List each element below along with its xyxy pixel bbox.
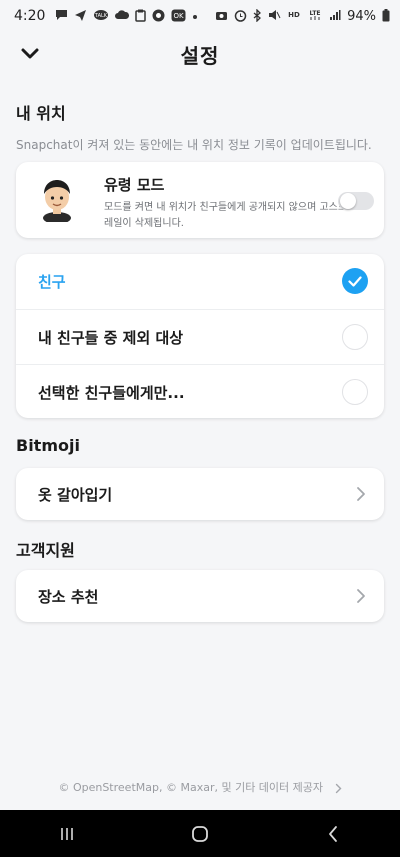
back-arrow-icon bbox=[329, 825, 338, 842]
talk-icon: TALK bbox=[93, 9, 109, 23]
section-title-my-location: 내 위치 bbox=[16, 104, 66, 123]
alarm-icon bbox=[234, 9, 247, 24]
svg-text:TALK: TALK bbox=[94, 13, 108, 19]
option-friends[interactable]: 친구 bbox=[16, 254, 384, 309]
option-friends-except[interactable]: 내 친구들 중 제외 대상 bbox=[16, 309, 384, 364]
attribution-text: © OpenStreetMap, © Maxar, 및 기타 데이터 제공자 bbox=[58, 781, 324, 794]
section-title-support: 고객지원 bbox=[16, 541, 75, 560]
camera-icon bbox=[215, 9, 228, 23]
home-button[interactable] bbox=[170, 814, 230, 854]
suggest-place-label: 장소 추천 bbox=[38, 587, 99, 606]
radio-checked[interactable] bbox=[342, 268, 368, 294]
change-outfit-row[interactable]: 옷 갈아입기 bbox=[16, 468, 384, 520]
battery-icon bbox=[382, 8, 390, 24]
support-card: 장소 추천 bbox=[16, 570, 384, 622]
clipboard-icon bbox=[135, 9, 147, 24]
check-icon bbox=[348, 275, 362, 287]
svg-text:OK: OK bbox=[174, 12, 185, 20]
location-share-options: 친구 내 친구들 중 제외 대상 선택한 친구들에게만... bbox=[16, 254, 384, 418]
bitmoji-avatar bbox=[34, 176, 80, 224]
svg-text:HD: HD bbox=[288, 11, 300, 19]
ghost-mode-description: 모드를 켜면 내 위치가 친구들에게 공개되지 않으며 고스트 트레일이 삭제됩… bbox=[104, 202, 360, 229]
radio-unchecked[interactable] bbox=[342, 379, 368, 405]
chat-icon bbox=[152, 9, 165, 24]
status-bar: 4:20 TALK OK HD LTE 94% bbox=[0, 0, 400, 32]
back-nav-button[interactable] bbox=[303, 814, 363, 854]
my-location-description: Snapchat이 켜져 있는 동안에는 내 위치 정보 기록이 업데이트됩니다… bbox=[16, 138, 372, 152]
signal-icon bbox=[329, 9, 341, 23]
ghost-mode-toggle[interactable] bbox=[338, 192, 374, 210]
mute-icon bbox=[268, 9, 281, 23]
status-time: 4:20 bbox=[14, 8, 46, 24]
chevron-right-icon bbox=[357, 487, 365, 501]
option-label: 친구 bbox=[38, 273, 66, 291]
status-left: 4:20 TALK OK bbox=[14, 8, 198, 24]
toggle-knob bbox=[340, 193, 356, 209]
system-nav-bar bbox=[0, 810, 400, 857]
status-right: HD LTE 94% bbox=[215, 7, 390, 24]
suggest-place-row[interactable]: 장소 추천 bbox=[16, 570, 384, 622]
bitmoji-card: 옷 갈아입기 bbox=[16, 468, 384, 520]
send-icon bbox=[74, 9, 87, 23]
page-title: 설정 bbox=[180, 44, 220, 68]
option-label: 선택한 친구들에게만... bbox=[38, 383, 185, 402]
section-title-bitmoji: Bitmoji bbox=[16, 436, 80, 455]
svg-text:LTE: LTE bbox=[310, 10, 321, 17]
ghost-mode-card: 유령 모드 모드를 켜면 내 위치가 친구들에게 공개되지 않으며 고스트 트레… bbox=[16, 162, 384, 238]
ok-icon: OK bbox=[171, 9, 186, 24]
message-icon bbox=[55, 9, 68, 23]
map-attribution[interactable]: © OpenStreetMap, © Maxar, 및 기타 데이터 제공자 bbox=[0, 779, 400, 795]
chevron-right-icon bbox=[357, 589, 365, 603]
home-icon bbox=[192, 825, 208, 842]
dot-icon bbox=[192, 11, 198, 22]
option-only-these-friends[interactable]: 선택한 친구들에게만... bbox=[16, 364, 384, 418]
cloud-icon bbox=[115, 9, 130, 23]
hd-icon: HD bbox=[287, 9, 301, 23]
lte-icon: LTE bbox=[307, 9, 323, 23]
change-outfit-label: 옷 갈아입기 bbox=[38, 485, 113, 504]
option-label: 내 친구들 중 제외 대상 bbox=[38, 328, 184, 347]
recent-apps-button[interactable] bbox=[37, 814, 97, 854]
ghost-mode-title: 유령 모드 bbox=[104, 176, 165, 194]
chevron-right-icon bbox=[335, 783, 342, 793]
bluetooth-icon bbox=[253, 7, 262, 24]
header: 설정 bbox=[0, 32, 400, 76]
radio-unchecked[interactable] bbox=[342, 324, 368, 350]
battery-level: 94% bbox=[347, 8, 376, 24]
recent-apps-icon bbox=[60, 827, 73, 840]
